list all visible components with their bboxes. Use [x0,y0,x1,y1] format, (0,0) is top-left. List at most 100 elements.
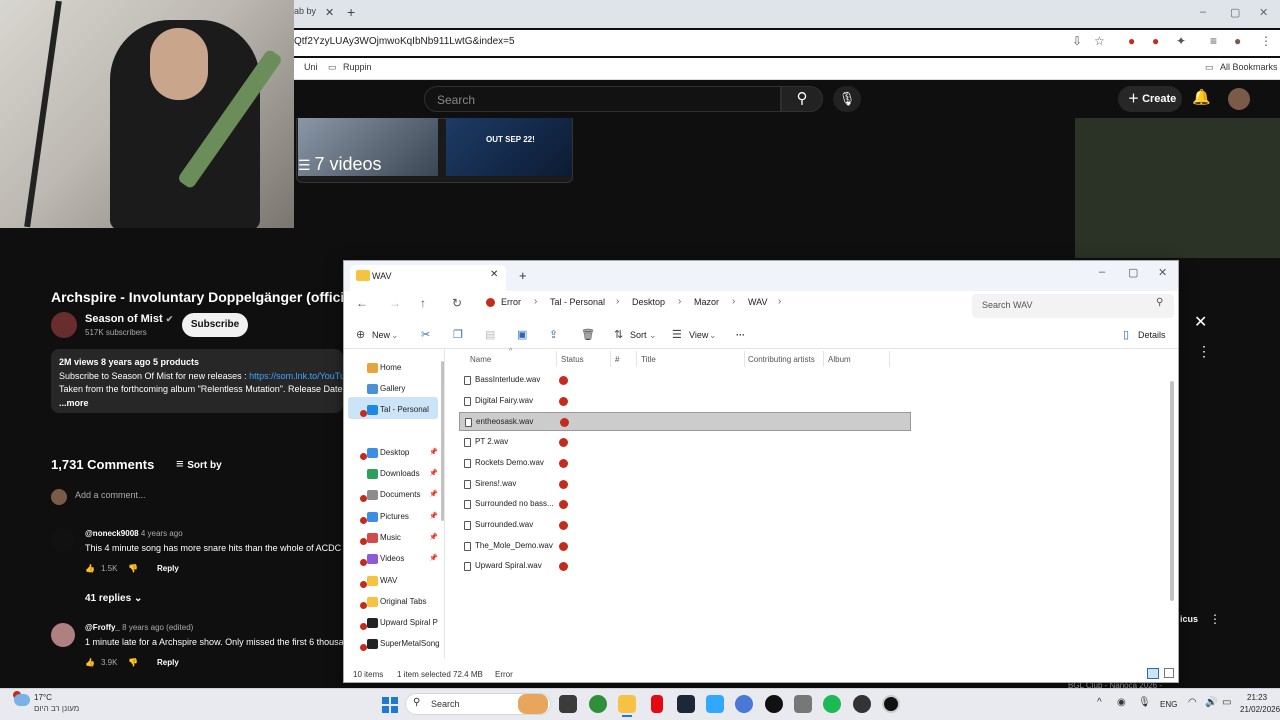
details-view-icon[interactable] [1147,668,1159,679]
chatgpt-icon[interactable] [765,695,783,713]
search-icon[interactable]: ⚲ [1156,297,1163,308]
extension-icon[interactable]: ● [1128,34,1135,48]
chevron-down-icon[interactable]: ⌄ [649,330,657,341]
up-arrow-icon[interactable]: ↑ [420,296,426,310]
notifications-bell-icon[interactable]: 🔔 [1192,88,1211,106]
chevron-right-icon[interactable]: › [616,296,619,307]
url-text[interactable]: Qtf2YzyLUAy3WOjmwoKqIbNb911LwtG&index=5 [294,36,515,47]
language-indicator[interactable]: ENG [1160,700,1177,709]
tiles-view-icon[interactable] [1164,668,1174,678]
refresh-icon[interactable]: ↻ [452,296,462,310]
nav-item[interactable]: Documents 📌 [350,485,440,505]
nav-item[interactable]: Tal - Personal [350,400,440,420]
column-header-album[interactable]: Album [828,355,851,364]
paste-icon[interactable]: ▤ [485,328,495,341]
more-options-icon[interactable]: ··· [736,330,745,340]
create-button[interactable]: ＋ Create [1118,86,1182,112]
cut-icon[interactable]: ✂ [421,328,430,341]
spotify-icon[interactable] [823,695,841,713]
windows-start-icon[interactable] [382,697,398,713]
sort-icon[interactable]: ⇅ [614,328,623,341]
file-row[interactable]: Surrounded no bass... [459,495,911,514]
back-arrow-icon[interactable]: ← [356,296,368,310]
bookmark-star-icon[interactable]: ☆ [1094,34,1105,48]
sort-button[interactable]: Sort [630,330,647,340]
like-icon[interactable]: 👍 [85,658,95,667]
comment-author[interactable]: @noneck9008 4 years ago [85,529,183,538]
copy-icon[interactable]: ❐ [453,328,463,341]
nav-item[interactable]: Desktop 📌 [350,443,440,463]
weather-cloud-icon[interactable] [14,694,30,706]
extensions-puzzle-icon[interactable]: ✦ [1176,34,1186,48]
maximize-icon[interactable]: ▢ [1128,266,1138,279]
side-video-thumbnail[interactable] [1075,118,1280,258]
more-options-icon[interactable]: ⋮ [1209,612,1221,626]
delete-icon[interactable]: 🗑 [581,328,595,341]
more-button[interactable]: ...more [59,398,89,408]
column-header-title[interactable]: Title [641,355,656,364]
comment-author[interactable]: @Froffy_ 8 years ago (edited) [85,623,193,632]
breadcrumb-item[interactable]: Tal - Personal [550,297,605,307]
file-row[interactable]: The_Mole_Demo.wav [459,537,911,556]
channel-name[interactable]: Season of Mist ✔ [85,313,173,325]
netflix-icon[interactable] [651,695,663,713]
profile-icon[interactable]: ● [1234,34,1241,48]
column-header-contributing-artists[interactable]: Contributing artists [748,355,815,364]
column-separator[interactable] [636,351,637,367]
nav-item[interactable]: Gallery [350,379,440,399]
commenter-avatar[interactable] [51,528,75,552]
close-icon[interactable]: ✕ [1158,266,1167,279]
weather-temperature[interactable]: 17°C [34,693,52,702]
rename-icon[interactable]: ▣ [517,328,527,341]
sort-by-button[interactable]: ≡ Sort by [176,456,222,471]
obs-icon[interactable] [853,695,871,713]
file-row[interactable]: PT 2.wav [459,433,911,452]
chevron-right-icon[interactable]: › [778,296,781,307]
file-explorer-icon[interactable] [618,695,636,713]
pane-divider[interactable] [444,349,445,659]
maximize-icon[interactable]: ▢ [1230,6,1240,19]
nav-item[interactable]: Home [350,358,440,378]
share-icon[interactable]: ⇪ [549,328,558,341]
view-icon[interactable]: ☰ [672,328,682,341]
close-panel-icon[interactable]: ✕ [1194,312,1207,332]
dislike-icon[interactable]: 👎 [128,564,138,573]
task-view-icon[interactable] [559,695,577,713]
breadcrumb-item[interactable]: Error [501,297,521,307]
description-link[interactable]: https://som.lnk.to/YouTube [249,371,343,381]
wifi-icon[interactable]: ◠ [1188,697,1197,708]
plus-icon[interactable]: ⊕ [356,328,365,341]
commenter-avatar[interactable] [51,623,75,647]
like-icon[interactable]: 👍 [85,564,95,573]
file-row[interactable]: BassInterlude.wav [459,371,911,390]
new-button[interactable]: New [372,330,390,340]
more-options-icon[interactable]: ⋮ [1197,343,1211,360]
youtube-search-input[interactable]: Search [424,86,781,112]
nav-item[interactable]: Upward Spiral P [350,613,440,633]
subscribe-button[interactable]: Subscribe [182,313,248,337]
calculator-icon[interactable] [794,695,812,713]
details-button[interactable]: Details [1138,330,1166,340]
weather-description[interactable]: מעונן רב היום [34,704,79,713]
nav-item[interactable]: Pictures 📌 [350,507,440,527]
column-separator[interactable] [823,351,824,367]
battery-icon[interactable]: ▭ [1222,697,1231,708]
details-pane-icon[interactable]: ▯ [1123,328,1129,341]
close-icon[interactable]: ✕ [1259,6,1268,19]
minimize-icon[interactable]: – [1200,6,1206,18]
tab-close-icon[interactable]: ✕ [325,6,334,19]
add-comment-input[interactable]: Add a comment... [75,490,146,500]
chevron-right-icon[interactable]: › [534,296,537,307]
install-icon[interactable]: ⇩ [1072,34,1082,48]
forward-arrow-icon[interactable]: → [389,296,401,310]
file-row[interactable]: Surrounded.wav [459,516,911,535]
steam-icon[interactable] [677,695,695,713]
chrome-icon[interactable] [589,695,607,713]
bookmark-uni[interactable]: Uni [304,62,318,72]
tray-overflow-icon[interactable]: ^ [1097,697,1102,708]
nav-item[interactable]: Music 📌 [350,528,440,548]
microphone-icon[interactable]: 🎙 [1138,697,1151,708]
breadcrumb-item[interactable]: WAV [748,297,768,307]
playlist-thumbnail[interactable] [446,118,572,176]
nav-item[interactable]: Original Tabs [350,592,440,612]
